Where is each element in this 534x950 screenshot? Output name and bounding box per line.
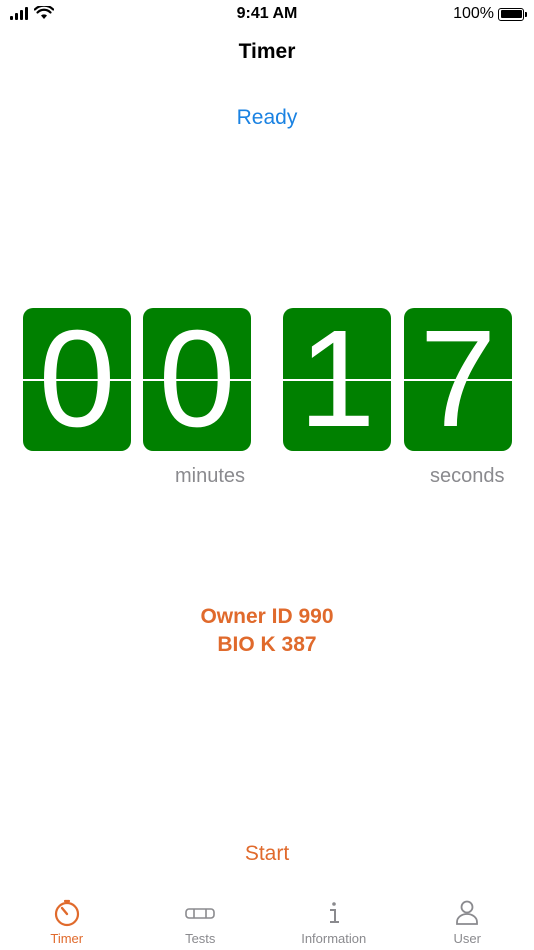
minutes-tens-digit: 0 bbox=[23, 308, 131, 451]
seconds-ones-digit: 7 bbox=[404, 308, 512, 451]
info-icon bbox=[329, 902, 339, 923]
tab-information[interactable]: Information bbox=[267, 890, 401, 950]
battery-icon bbox=[498, 7, 527, 21]
minutes-label: minutes bbox=[175, 465, 246, 487]
tab-label: Tests bbox=[185, 931, 216, 946]
minutes-ones-digit: 0 bbox=[143, 308, 251, 451]
owner-id: Owner ID 990 bbox=[200, 605, 334, 628]
battery-percent: 100% bbox=[453, 5, 494, 22]
user-icon bbox=[456, 900, 479, 925]
timer-status: Ready bbox=[236, 106, 298, 129]
seconds-label: seconds bbox=[430, 465, 505, 487]
timer-screen: 9:41 AM 100% Timer Ready 0 0 1 7 minutes… bbox=[0, 0, 534, 950]
battery-status: 100% bbox=[453, 5, 527, 23]
status-bar: 9:41 AM 100% bbox=[0, 0, 534, 28]
tab-label: Timer bbox=[50, 931, 84, 946]
start-button[interactable]: Start bbox=[217, 842, 317, 870]
bio-id: BIO K 387 bbox=[217, 633, 317, 656]
seconds-tens-digit: 1 bbox=[283, 308, 391, 451]
tab-label: User bbox=[453, 931, 481, 946]
tab-user[interactable]: User bbox=[401, 890, 534, 950]
tab-bar: Timer Tests Information User bbox=[0, 890, 534, 950]
page-title: Timer bbox=[238, 40, 296, 63]
test-strip-icon bbox=[185, 908, 216, 919]
tab-tests[interactable]: Tests bbox=[134, 890, 268, 950]
stopwatch-icon bbox=[54, 899, 79, 927]
tab-timer[interactable]: Timer bbox=[0, 890, 134, 950]
tab-label: Information bbox=[301, 931, 367, 946]
